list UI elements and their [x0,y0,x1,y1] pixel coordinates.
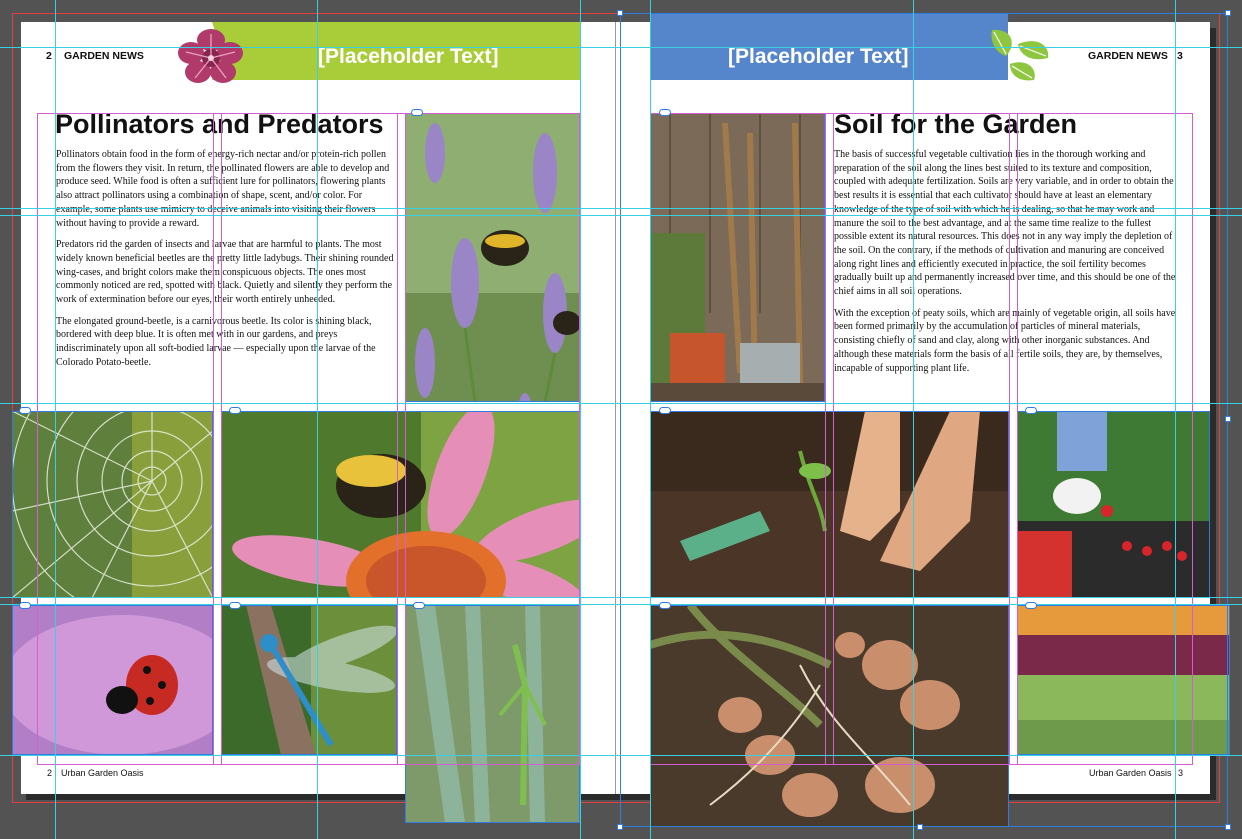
ruler-guide[interactable] [0,755,1242,756]
paragraph: Pollinators obtain food in the form of e… [56,149,390,229]
right-headline[interactable]: Soil for the Garden [834,109,1077,140]
paragraph: Predators rid the garden of insects and … [56,239,394,306]
text-thread-link-icon[interactable] [659,109,671,116]
ruler-guide[interactable] [317,0,318,839]
planting-seedling-photo[interactable] [650,411,1009,598]
selection-handle[interactable] [1225,10,1231,16]
paragraph: The basis of successful vegetable cultiv… [834,149,1176,298]
text-thread-link-icon[interactable] [19,407,31,414]
right-footer-number: 3 [1178,768,1184,778]
text-thread-link-icon[interactable] [411,109,423,116]
leaf-sprig-icon [991,29,1049,81]
right-footer-text: Urban Garden Oasis [1089,768,1172,778]
text-thread-link-icon[interactable] [229,602,241,609]
spine [615,22,616,794]
column-guide [221,113,222,765]
potato-harvest-photo[interactable] [650,605,1009,827]
bee-on-coneflower-photo[interactable] [221,411,580,598]
garden-tools-photo[interactable] [650,113,825,402]
ruler-guide[interactable] [0,47,1242,48]
left-footer-text: Urban Garden Oasis [61,768,144,778]
text-thread-link-icon[interactable] [659,407,671,414]
strawberry-harvest-photo[interactable] [1017,411,1210,598]
left-headline[interactable]: Pollinators and Predators [55,109,384,140]
ruler-guide[interactable] [55,0,56,839]
column-guide [833,113,834,765]
hibiscus-flower-icon [178,29,243,83]
bumblebee-on-lavender-photo[interactable] [405,113,580,402]
ruler-guide[interactable] [913,0,914,839]
text-thread-link-icon[interactable] [229,407,241,414]
ruler-guide[interactable] [0,208,1242,209]
selection-handle[interactable] [1225,824,1231,830]
ruler-guide[interactable] [580,0,581,839]
selection-handle[interactable] [917,824,923,830]
text-thread-link-icon[interactable] [659,602,671,609]
ruler-guide[interactable] [1175,0,1176,839]
dragonfly-photo[interactable] [221,605,397,755]
right-banner-placeholder[interactable]: [Placeholder Text] [728,45,909,69]
left-footer-number: 2 [47,768,53,778]
right-folio-title: GARDEN NEWS [1088,50,1168,62]
ruler-guide[interactable] [0,215,1242,216]
spider-web-photo[interactable] [12,411,213,598]
ruler-guide[interactable] [650,0,651,839]
column-guide [825,113,826,765]
paragraph: With the exception of peaty soils, which… [834,307,1176,374]
ruler-guide[interactable] [0,403,1242,404]
selection-handle[interactable] [617,824,623,830]
right-body-text[interactable]: The basis of successful vegetable cultiv… [834,148,1178,383]
text-thread-link-icon[interactable] [413,602,425,609]
text-thread-link-icon[interactable] [1025,602,1037,609]
ladybug-photo[interactable] [12,605,213,755]
lettuce-bed-photo[interactable] [1017,605,1230,755]
column-guide [397,113,398,765]
right-folio-number: 3 [1177,50,1183,62]
left-folio-title: GARDEN NEWS [64,50,144,62]
paragraph: The elongated ground-beetle, is a carniv… [56,315,376,368]
column-guide [213,113,214,765]
text-thread-link-icon[interactable] [1025,407,1037,414]
ruler-guide[interactable] [0,604,1242,605]
column-guide [405,113,406,765]
selection-handle[interactable] [617,10,623,16]
selection-handle[interactable] [1225,416,1231,422]
left-folio-number: 2 [46,50,52,62]
text-thread-link-icon[interactable] [19,602,31,609]
praying-mantis-photo[interactable] [405,605,580,823]
left-banner-placeholder[interactable]: [Placeholder Text] [318,45,499,69]
ruler-guide[interactable] [0,597,1242,598]
column-guide [1009,113,1010,765]
left-body-text[interactable]: Pollinators obtain food in the form of e… [56,148,398,378]
column-guide [1017,113,1018,765]
